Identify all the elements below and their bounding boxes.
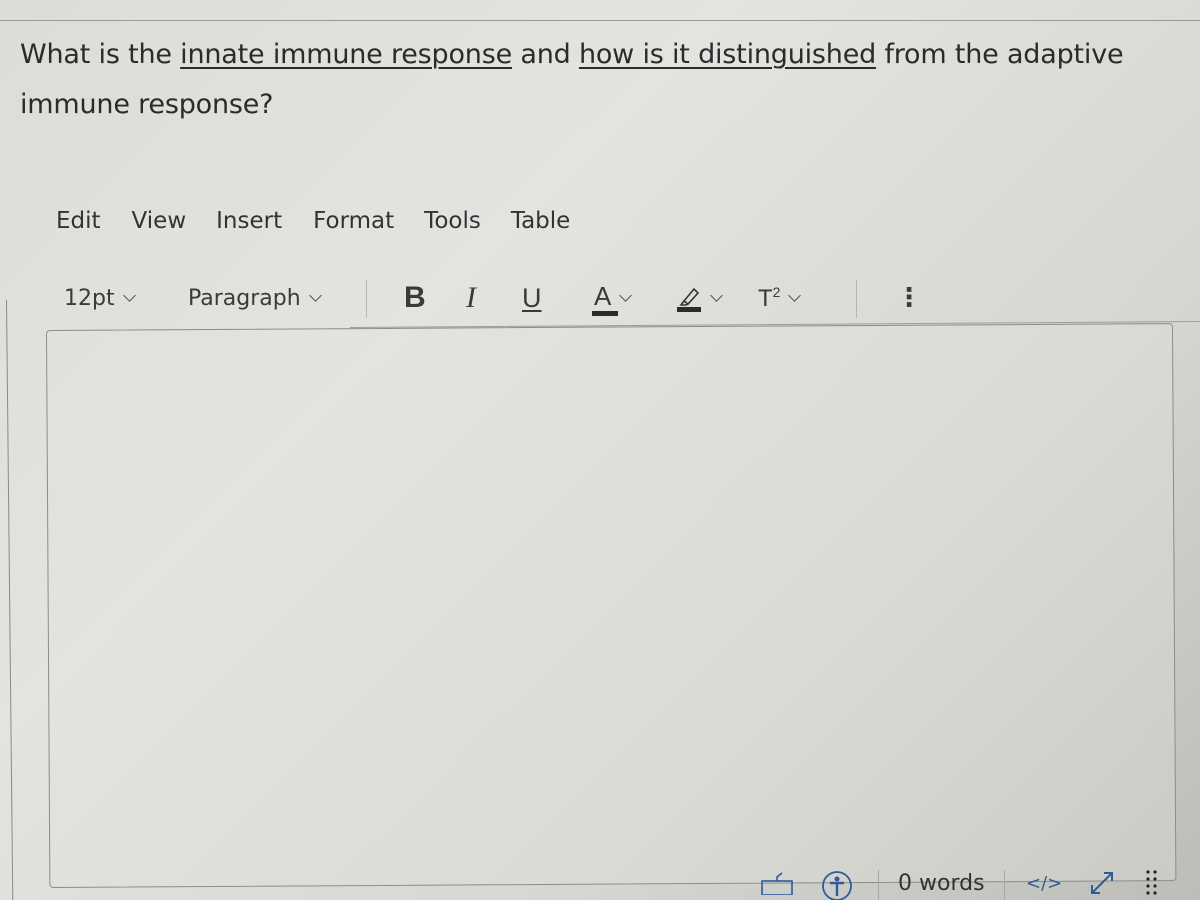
toolbar-separator: [366, 280, 367, 318]
block-format-dropdown[interactable]: Paragraph: [188, 278, 322, 318]
menu-table[interactable]: Table: [511, 208, 570, 234]
underline-icon: U: [522, 282, 542, 313]
rich-text-editor-area[interactable]: [46, 323, 1177, 888]
chevron-down-icon: [788, 288, 802, 302]
question-part: What is the: [20, 39, 181, 70]
highlighter-icon: [676, 283, 702, 313]
fullscreen-button[interactable]: [1086, 866, 1118, 900]
menu-edit[interactable]: Edit: [56, 208, 101, 234]
block-format-value: Paragraph: [188, 285, 301, 311]
menu-tools[interactable]: Tools: [424, 208, 481, 234]
resize-handle[interactable]: [1144, 866, 1160, 900]
question-term-innate: innate immune response: [180, 39, 512, 70]
font-size-dropdown[interactable]: 12pt: [64, 278, 136, 318]
question-term-distinguished: how is it distinguished: [578, 39, 877, 70]
more-vertical-icon: ⋮: [896, 283, 922, 313]
top-divider: [0, 20, 1200, 21]
font-size-value: 12pt: [64, 285, 115, 311]
superscript-exp: 2: [772, 283, 781, 300]
html-editor-toggle[interactable]: </>: [1026, 866, 1062, 900]
status-separator: [1004, 870, 1005, 900]
text-color-icon: A: [592, 280, 618, 316]
page-edge: [6, 299, 14, 900]
drag-grip-icon: [1146, 870, 1157, 895]
italic-button[interactable]: I: [466, 278, 476, 318]
menu-insert[interactable]: Insert: [216, 208, 282, 234]
question-text: What is the innate immune response and h…: [20, 30, 1195, 130]
menu-view[interactable]: View: [132, 208, 187, 234]
highlight-color-button[interactable]: [676, 278, 723, 318]
keyboard-icon: [761, 872, 793, 895]
formatting-toolbar: 12pt Paragraph B I U A T2 ⋮: [64, 278, 1164, 322]
menu-format[interactable]: Format: [313, 208, 394, 234]
chevron-down-icon: [710, 288, 723, 302]
word-count: 0 words: [898, 866, 985, 900]
bold-icon: B: [404, 281, 426, 314]
underline-button[interactable]: U: [522, 278, 542, 318]
chevron-down-icon: [122, 288, 136, 302]
accessibility-checker-button[interactable]: [820, 866, 854, 900]
keyboard-shortcuts-button[interactable]: [760, 866, 794, 900]
editor-menubar: Edit View Insert Format Tools Table: [56, 208, 570, 234]
italic-icon: I: [466, 281, 476, 314]
superscript-icon: T2: [758, 284, 780, 313]
code-icon: </>: [1026, 872, 1063, 894]
status-separator: [878, 870, 879, 900]
accessibility-icon: [822, 871, 852, 900]
text-color-button[interactable]: A: [592, 278, 633, 318]
chevron-down-icon: [308, 288, 322, 302]
color-bar: [592, 310, 618, 316]
bold-button[interactable]: B: [404, 278, 426, 318]
text-color-glyph: A: [594, 280, 612, 311]
editor-content[interactable]: [47, 324, 1175, 887]
word-count-label: 0 words: [898, 870, 985, 896]
superscript-button[interactable]: T2: [758, 278, 802, 318]
more-options-button[interactable]: ⋮: [896, 278, 922, 318]
superscript-base: T: [758, 284, 773, 312]
expand-arrows-icon: [1091, 872, 1113, 894]
question-part: and: [511, 39, 579, 70]
toolbar-separator: [856, 280, 857, 318]
chevron-down-icon: [619, 288, 633, 302]
